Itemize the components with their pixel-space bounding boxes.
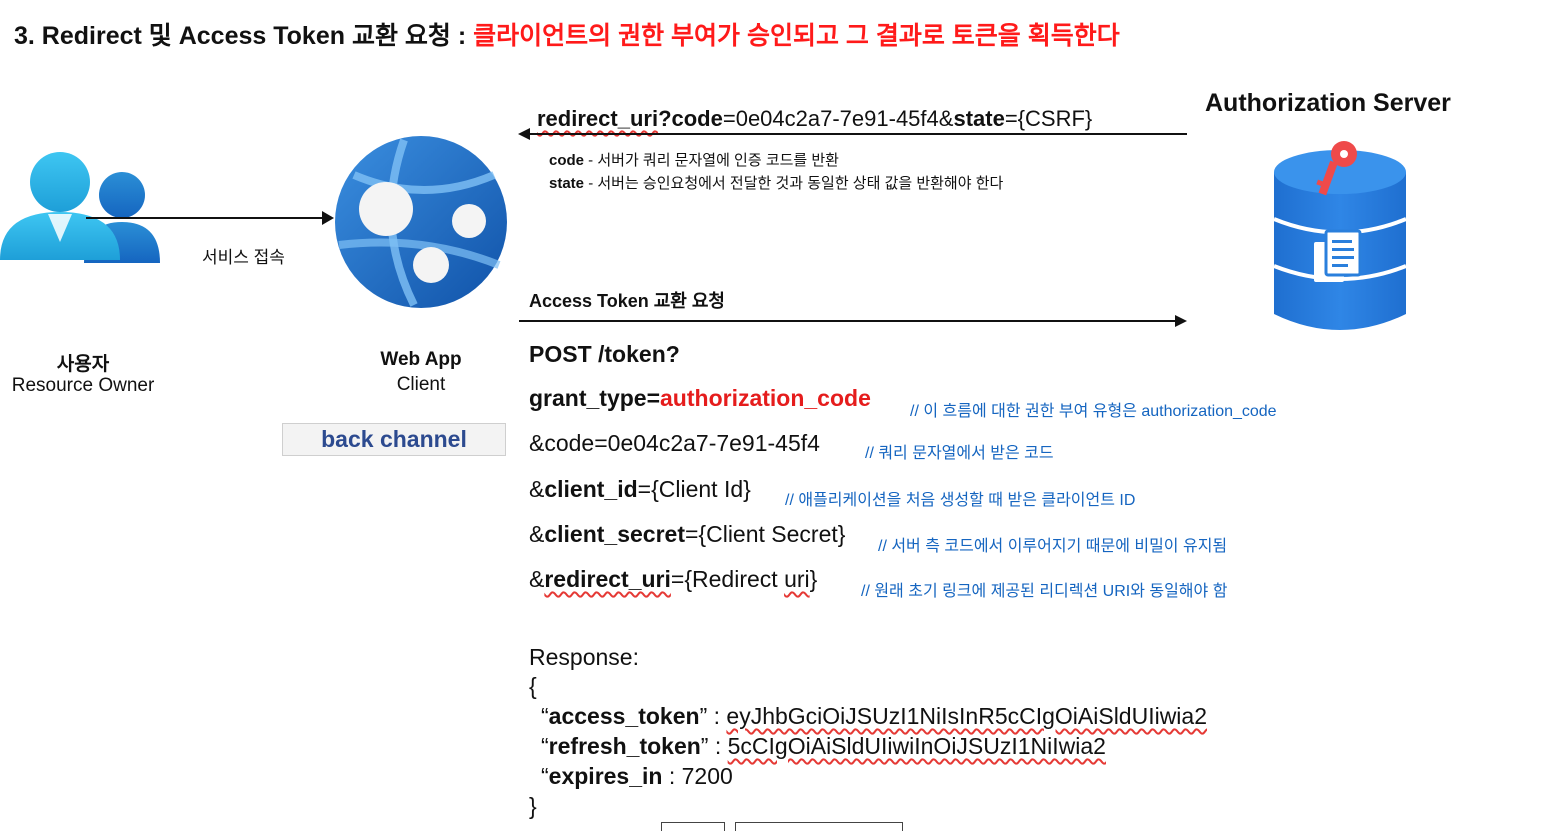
heading-prefix: 3. Redirect 및 Access Token 교환 요청 : xyxy=(14,22,474,50)
expires-in-key: expires_in xyxy=(548,763,663,789)
code-line: &code=0e04c2a7-7e91-45f4 xyxy=(529,430,820,456)
bottom-cutoff-box-1 xyxy=(661,822,725,831)
note-code-key: code xyxy=(549,152,585,169)
webapp-title: Web App xyxy=(380,349,462,370)
access-token-sep: ” : xyxy=(699,703,727,729)
user-to-app-arrow xyxy=(86,217,322,219)
code-comment: // 쿼리 문자열에서 받은 코드 xyxy=(865,445,1054,462)
expires-in-sep: : xyxy=(662,763,682,789)
redirect-close: } xyxy=(809,566,818,592)
users-icon xyxy=(0,152,160,263)
redirect-uri-line: redirect_uri?code=0e04c2a7-7e91-45f4&sta… xyxy=(537,106,1092,132)
redirect-code-key: ?code xyxy=(658,106,723,131)
client-id-key: client_id xyxy=(544,476,638,502)
client-id-comment: // 애플리케이션을 처음 생성할 때 받은 클라이언트 ID xyxy=(785,492,1136,509)
redirect-amp: & xyxy=(529,566,545,592)
response-close-brace: } xyxy=(529,793,537,819)
client-secret-amp: & xyxy=(529,521,545,547)
expires-in-value: 7200 xyxy=(681,763,733,789)
exchange-label: Access Token 교환 요청 xyxy=(529,291,725,311)
grant-type-line: grant_type=authorization_code xyxy=(529,385,871,412)
post-line: POST /token? xyxy=(529,341,680,367)
redirect-uri-word: uri xyxy=(784,566,810,592)
web-app-globe-icon xyxy=(335,136,507,308)
grant-type-key: grant_type= xyxy=(529,385,661,411)
response-open-brace: { xyxy=(529,673,537,699)
redirect-state-value: ={CSRF} xyxy=(1004,106,1093,131)
response-expires-in: “expires_in : 7200 xyxy=(541,763,733,789)
redirect-key: redirect_uri xyxy=(544,566,671,592)
auth-server-title: Authorization Server xyxy=(1205,89,1451,117)
note-code-text: - 서버가 쿼리 문자열에 인증 코드를 반환 xyxy=(584,152,839,169)
grant-type-comment: // 이 흐름에 대한 권한 부여 유형은 authorization_code xyxy=(910,403,1277,420)
redirect-line: &redirect_uri={Redirect uri} xyxy=(529,566,817,593)
database-key-icon xyxy=(1273,141,1407,330)
refresh-token-key: refresh_token xyxy=(548,733,701,759)
user-label-en: Resource Owner xyxy=(11,375,155,396)
exchange-arrow xyxy=(519,320,1177,322)
bottom-cutoff-box-2 xyxy=(735,822,903,831)
slide-heading: 3. Redirect 및 Access Token 교환 요청 : 클라이언트… xyxy=(14,16,1120,52)
client-secret-key: client_secret xyxy=(544,521,685,547)
response-access-token: “access_token” : eyJhbGciOiJSUzI1NiIsInR… xyxy=(541,703,1208,729)
arrowhead-right-icon-2 xyxy=(1175,315,1187,327)
refresh-token-value: 5cCIgOiAiSldUIiwiInOiJSUzI1NiIwia2 xyxy=(727,733,1106,759)
client-id-amp: & xyxy=(529,476,545,502)
grant-type-value: authorization_code xyxy=(660,385,871,411)
arrowhead-left-icon xyxy=(518,128,530,140)
client-secret-comment: // 서버 측 코드에서 이루어지기 때문에 비밀이 유지됨 xyxy=(878,538,1228,555)
back-channel-badge: back channel xyxy=(282,423,506,456)
client-secret-line: &client_secret={Client Secret} xyxy=(529,521,845,548)
note-state-key: state xyxy=(549,175,585,192)
redirect-arrow xyxy=(528,133,1187,135)
redirect-eq: ={Redirect xyxy=(670,566,785,592)
user-to-app-label: 서비스 접속 xyxy=(202,248,285,267)
redirect-state-key: state xyxy=(953,106,1005,131)
webapp-subtitle: Client xyxy=(396,374,446,395)
redirect-note-state: state - 서버는 승인요청에서 전달한 것과 동일한 상태 값을 반환해야… xyxy=(549,172,1003,193)
redirect-comment: // 원래 초기 링크에 제공된 리디렉션 URI와 동일해야 함 xyxy=(861,583,1228,600)
client-id-line: &client_id={Client Id} xyxy=(529,476,751,503)
refresh-token-sep: ” : xyxy=(700,733,728,759)
response-refresh-token: “refresh_token” : 5cCIgOiAiSldUIiwiInOiJ… xyxy=(541,733,1106,759)
access-token-value: eyJhbGciOiJSUzI1NiIsInR5cCIgOiAiSldUIiwi… xyxy=(726,703,1208,729)
redirect-uri-key: redirect_uri xyxy=(537,106,659,131)
response-title: Response: xyxy=(529,644,639,670)
client-secret-value: ={Client Secret} xyxy=(684,521,846,547)
user-label-ko: 사용자 xyxy=(56,354,110,375)
access-token-key: access_token xyxy=(548,703,700,729)
redirect-note-code: code - 서버가 쿼리 문자열에 인증 코드를 반환 xyxy=(549,149,839,170)
client-id-value: ={Client Id} xyxy=(637,476,751,502)
heading-highlight: 클라이언트의 권한 부여가 승인되고 그 결과로 토큰을 획득한다 xyxy=(473,22,1120,50)
note-state-text: - 서버는 승인요청에서 전달한 것과 동일한 상태 값을 반환해야 한다 xyxy=(584,175,1004,192)
redirect-code-value: =0e04c2a7-7e91-45f4& xyxy=(722,106,954,131)
